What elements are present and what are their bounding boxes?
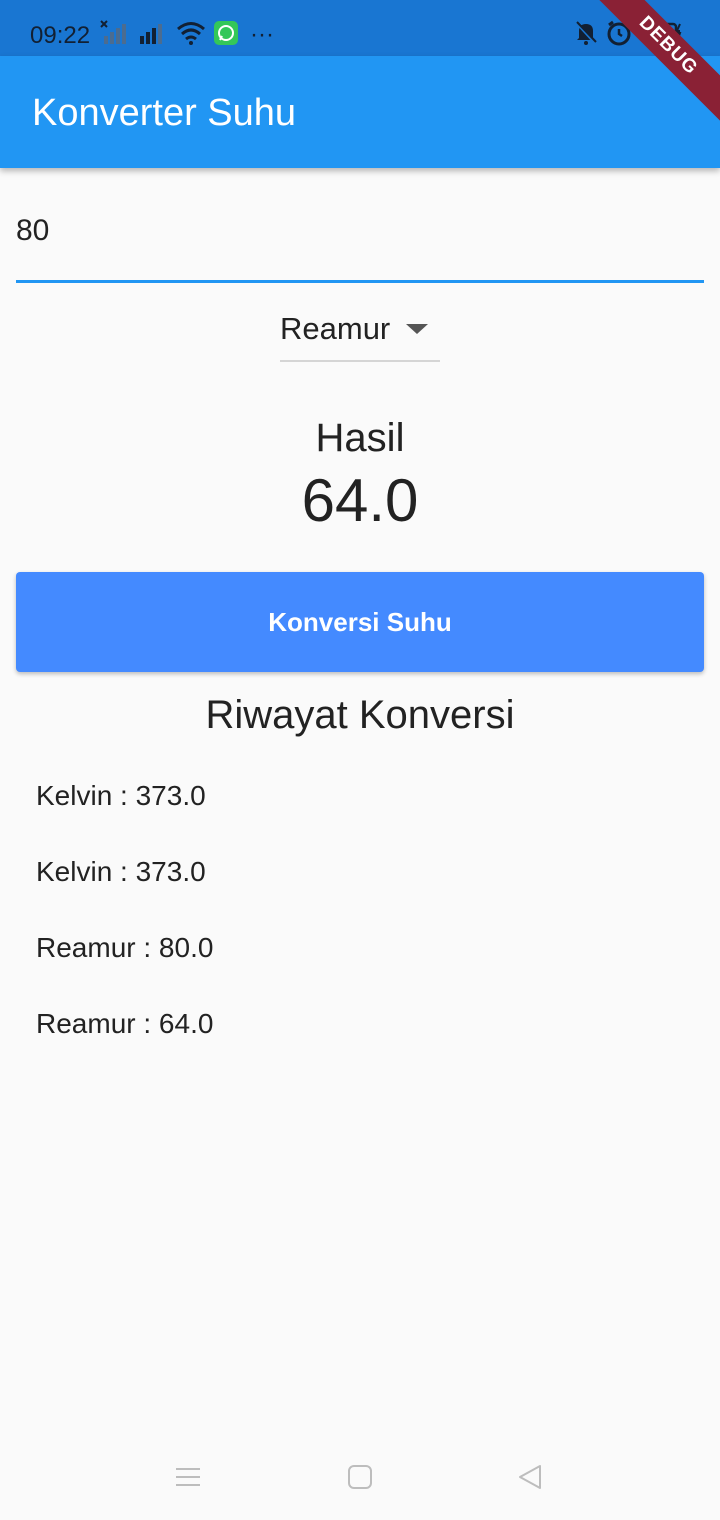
unit-dropdown[interactable]: Reamur [280,308,440,362]
back-triangle-icon[interactable] [516,1463,544,1496]
result-label: Hasil [315,416,405,460]
result-value: 64.0 [301,467,419,534]
temperature-input[interactable]: 80 [16,200,704,283]
history-item: Kelvin : 373.0 [36,856,206,887]
more-notifications-indicator: ··· [250,21,274,48]
notifications-off-icon [574,20,598,51]
history-title: Riwayat Konversi [205,693,515,737]
app-bar: Konverter Suhu [0,56,720,168]
history-item: Reamur : 64.0 [36,1008,214,1039]
history-list: Kelvin : 373.0 Kelvin : 373.0 Reamur : 8… [36,780,696,1084]
app-title: Konverter Suhu [32,92,297,134]
signal-no-sim-icon [100,19,130,51]
status-left-icons: ··· [100,19,274,51]
history-item: Kelvin : 373.0 [36,780,206,811]
unit-dropdown-value[interactable]: Reamur [280,311,390,347]
temperature-input-value[interactable]: 80 [16,214,49,248]
convert-button[interactable]: Konversi Suhu [16,572,704,672]
home-square-icon[interactable] [346,1463,374,1496]
history-item: Reamur : 80.0 [36,932,214,963]
wifi-icon [176,20,206,51]
status-time: 09:22 [30,22,91,49]
signal-icon [138,20,168,51]
whatsapp-icon [214,20,238,50]
navigation-bar [0,1432,720,1520]
dropdown-arrow-icon[interactable] [406,324,428,334]
menu-icon[interactable] [174,1463,202,1496]
